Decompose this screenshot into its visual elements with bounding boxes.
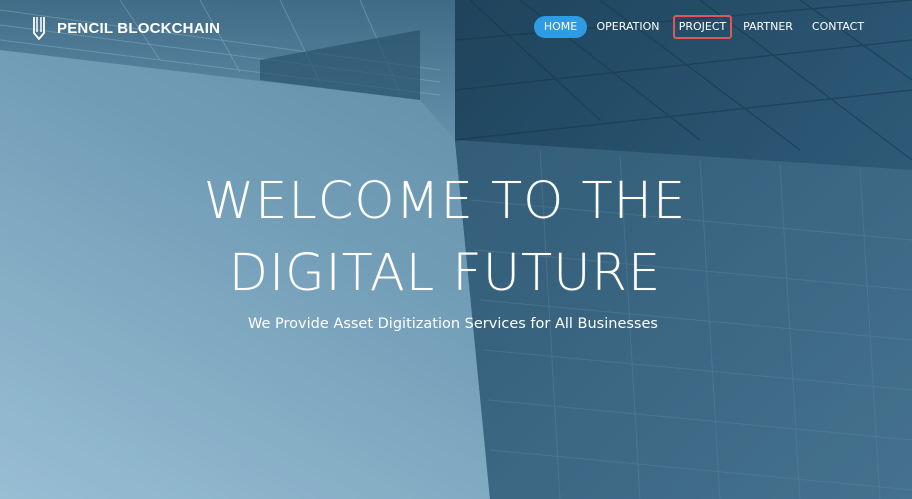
nav-partner[interactable]: PARTNER — [740, 16, 796, 38]
hero-section: PENCIL BLOCKCHAIN HOME OPERATION PROJECT… — [0, 0, 912, 499]
hero-headline-line-1: WELCOME TO THE — [203, 172, 687, 231]
hero-subtitle: We Provide Asset Digitization Services f… — [248, 316, 658, 332]
nav-home[interactable]: HOME — [534, 16, 587, 38]
hero-headline-line-2: DIGITAL FUTURE — [228, 244, 662, 303]
nav-project[interactable]: PROJECT — [673, 15, 732, 39]
nav-operation[interactable]: OPERATION — [595, 16, 661, 38]
brand-name: PENCIL BLOCKCHAIN — [57, 19, 221, 37]
top-navbar: PENCIL BLOCKCHAIN HOME OPERATION PROJECT… — [0, 0, 912, 56]
pencil-icon — [33, 17, 45, 40]
hero-headline: WELCOME TO THE DIGITAL FUTURE — [0, 166, 890, 310]
nav-contact[interactable]: CONTACT — [808, 16, 868, 38]
brand-logo-link[interactable]: PENCIL BLOCKCHAIN — [33, 16, 220, 40]
